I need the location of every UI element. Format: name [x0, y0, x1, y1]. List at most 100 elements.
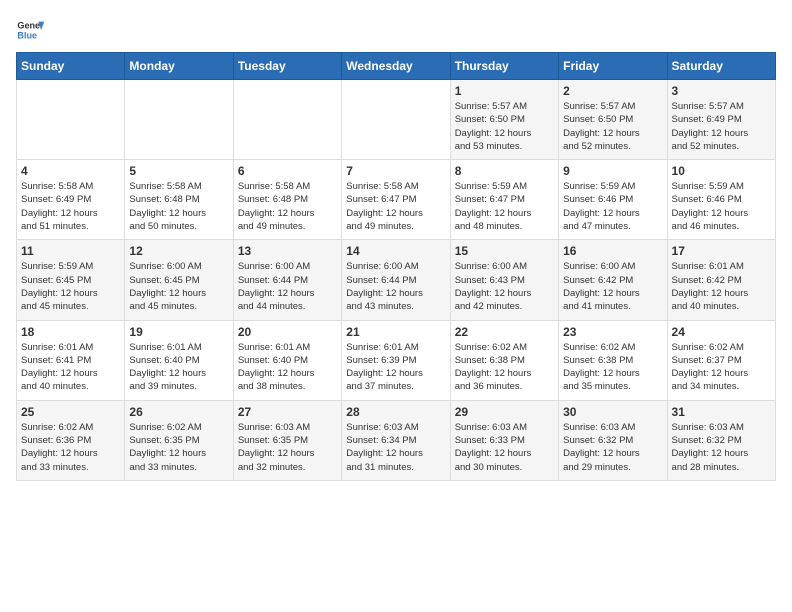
calendar-cell: 4 Sunrise: 5:58 AM Sunset: 6:49 PM Daylig…: [17, 160, 125, 240]
day-number: 7: [346, 164, 445, 178]
day-number: 18: [21, 325, 120, 339]
calendar-cell: 24 Sunrise: 6:02 AM Sunset: 6:37 PM Dayli…: [667, 320, 775, 400]
day-number: 8: [455, 164, 554, 178]
column-header-friday: Friday: [559, 53, 667, 80]
cell-content: Sunrise: 6:02 AM Sunset: 6:37 PM Dayligh…: [672, 341, 771, 394]
calendar-cell: 12 Sunrise: 6:00 AM Sunset: 6:45 PM Dayli…: [125, 240, 233, 320]
calendar-body: 1 Sunrise: 5:57 AM Sunset: 6:50 PM Daylig…: [17, 80, 776, 481]
day-number: 16: [563, 244, 662, 258]
cell-content: Sunrise: 6:00 AM Sunset: 6:44 PM Dayligh…: [346, 260, 445, 313]
calendar-cell: 14 Sunrise: 6:00 AM Sunset: 6:44 PM Dayli…: [342, 240, 450, 320]
day-number: 28: [346, 405, 445, 419]
calendar-cell: 20 Sunrise: 6:01 AM Sunset: 6:40 PM Dayli…: [233, 320, 341, 400]
day-number: 15: [455, 244, 554, 258]
cell-content: Sunrise: 6:03 AM Sunset: 6:33 PM Dayligh…: [455, 421, 554, 474]
cell-content: Sunrise: 6:01 AM Sunset: 6:42 PM Dayligh…: [672, 260, 771, 313]
day-number: 1: [455, 84, 554, 98]
cell-content: Sunrise: 6:02 AM Sunset: 6:35 PM Dayligh…: [129, 421, 228, 474]
day-number: 14: [346, 244, 445, 258]
day-number: 9: [563, 164, 662, 178]
calendar-cell: 28 Sunrise: 6:03 AM Sunset: 6:34 PM Dayli…: [342, 400, 450, 480]
calendar-cell: 22 Sunrise: 6:02 AM Sunset: 6:38 PM Dayli…: [450, 320, 558, 400]
calendar-cell: 23 Sunrise: 6:02 AM Sunset: 6:38 PM Dayli…: [559, 320, 667, 400]
day-number: 25: [21, 405, 120, 419]
calendar-cell: 8 Sunrise: 5:59 AM Sunset: 6:47 PM Daylig…: [450, 160, 558, 240]
calendar-cell: 13 Sunrise: 6:00 AM Sunset: 6:44 PM Dayli…: [233, 240, 341, 320]
cell-content: Sunrise: 5:57 AM Sunset: 6:50 PM Dayligh…: [455, 100, 554, 153]
calendar-cell: 30Sunrise: 6:03 AM Sunset: 6:32 PM Dayli…: [559, 400, 667, 480]
cell-content: Sunrise: 5:58 AM Sunset: 6:48 PM Dayligh…: [238, 180, 337, 233]
cell-content: Sunrise: 5:59 AM Sunset: 6:46 PM Dayligh…: [563, 180, 662, 233]
calendar-cell: [342, 80, 450, 160]
cell-content: Sunrise: 5:59 AM Sunset: 6:47 PM Dayligh…: [455, 180, 554, 233]
day-number: 26: [129, 405, 228, 419]
cell-content: Sunrise: 6:00 AM Sunset: 6:45 PM Dayligh…: [129, 260, 228, 313]
cell-content: Sunrise: 5:58 AM Sunset: 6:49 PM Dayligh…: [21, 180, 120, 233]
calendar-cell: 15 Sunrise: 6:00 AM Sunset: 6:43 PM Dayli…: [450, 240, 558, 320]
day-number: 29: [455, 405, 554, 419]
calendar-cell: 26 Sunrise: 6:02 AM Sunset: 6:35 PM Dayli…: [125, 400, 233, 480]
cell-content: Sunrise: 5:57 AM Sunset: 6:49 PM Dayligh…: [672, 100, 771, 153]
column-header-sunday: Sunday: [17, 53, 125, 80]
calendar-cell: [125, 80, 233, 160]
column-header-thursday: Thursday: [450, 53, 558, 80]
day-number: 5: [129, 164, 228, 178]
day-number: 17: [672, 244, 771, 258]
day-number: 31: [672, 405, 771, 419]
calendar-week-3: 11 Sunrise: 5:59 AM Sunset: 6:45 PM Dayli…: [17, 240, 776, 320]
day-number: 23: [563, 325, 662, 339]
cell-content: Sunrise: 6:00 AM Sunset: 6:44 PM Dayligh…: [238, 260, 337, 313]
cell-content: Sunrise: 6:01 AM Sunset: 6:41 PM Dayligh…: [21, 341, 120, 394]
day-number: 12: [129, 244, 228, 258]
calendar-cell: 6Sunrise: 5:58 AM Sunset: 6:48 PM Daylig…: [233, 160, 341, 240]
calendar-cell: [17, 80, 125, 160]
day-number: 11: [21, 244, 120, 258]
calendar-cell: 7 Sunrise: 5:58 AM Sunset: 6:47 PM Daylig…: [342, 160, 450, 240]
cell-content: Sunrise: 6:02 AM Sunset: 6:38 PM Dayligh…: [455, 341, 554, 394]
day-number: 27: [238, 405, 337, 419]
day-number: 2: [563, 84, 662, 98]
calendar-cell: 9 Sunrise: 5:59 AM Sunset: 6:46 PM Daylig…: [559, 160, 667, 240]
cell-content: Sunrise: 6:03 AM Sunset: 6:32 PM Dayligh…: [672, 421, 771, 474]
cell-content: Sunrise: 6:01 AM Sunset: 6:39 PM Dayligh…: [346, 341, 445, 394]
calendar-week-5: 25 Sunrise: 6:02 AM Sunset: 6:36 PM Dayli…: [17, 400, 776, 480]
day-number: 30: [563, 405, 662, 419]
day-number: 4: [21, 164, 120, 178]
page-header: General Blue: [16, 16, 776, 44]
calendar-cell: 19 Sunrise: 6:01 AM Sunset: 6:40 PM Dayli…: [125, 320, 233, 400]
cell-content: Sunrise: 6:03 AM Sunset: 6:34 PM Dayligh…: [346, 421, 445, 474]
calendar-cell: 2 Sunrise: 5:57 AM Sunset: 6:50 PM Daylig…: [559, 80, 667, 160]
column-header-tuesday: Tuesday: [233, 53, 341, 80]
calendar-cell: 29 Sunrise: 6:03 AM Sunset: 6:33 PM Dayli…: [450, 400, 558, 480]
calendar-week-4: 18 Sunrise: 6:01 AM Sunset: 6:41 PM Dayli…: [17, 320, 776, 400]
calendar-cell: 18 Sunrise: 6:01 AM Sunset: 6:41 PM Dayli…: [17, 320, 125, 400]
logo-icon: General Blue: [16, 16, 44, 44]
cell-content: Sunrise: 5:58 AM Sunset: 6:47 PM Dayligh…: [346, 180, 445, 233]
cell-content: Sunrise: 6:02 AM Sunset: 6:36 PM Dayligh…: [21, 421, 120, 474]
cell-content: Sunrise: 5:59 AM Sunset: 6:46 PM Dayligh…: [672, 180, 771, 233]
calendar-cell: 25 Sunrise: 6:02 AM Sunset: 6:36 PM Dayli…: [17, 400, 125, 480]
calendar-cell: 3 Sunrise: 5:57 AM Sunset: 6:49 PM Daylig…: [667, 80, 775, 160]
cell-content: Sunrise: 6:02 AM Sunset: 6:38 PM Dayligh…: [563, 341, 662, 394]
day-number: 13: [238, 244, 337, 258]
day-number: 20: [238, 325, 337, 339]
logo: General Blue: [16, 16, 44, 44]
calendar-cell: [233, 80, 341, 160]
day-number: 3: [672, 84, 771, 98]
calendar-cell: 10Sunrise: 5:59 AM Sunset: 6:46 PM Dayli…: [667, 160, 775, 240]
cell-content: Sunrise: 6:01 AM Sunset: 6:40 PM Dayligh…: [129, 341, 228, 394]
cell-content: Sunrise: 5:59 AM Sunset: 6:45 PM Dayligh…: [21, 260, 120, 313]
calendar-week-1: 1 Sunrise: 5:57 AM Sunset: 6:50 PM Daylig…: [17, 80, 776, 160]
day-number: 24: [672, 325, 771, 339]
calendar-cell: 27 Sunrise: 6:03 AM Sunset: 6:35 PM Dayli…: [233, 400, 341, 480]
cell-content: Sunrise: 5:57 AM Sunset: 6:50 PM Dayligh…: [563, 100, 662, 153]
calendar-cell: 1 Sunrise: 5:57 AM Sunset: 6:50 PM Daylig…: [450, 80, 558, 160]
calendar-cell: 16 Sunrise: 6:00 AM Sunset: 6:42 PM Dayli…: [559, 240, 667, 320]
cell-content: Sunrise: 6:00 AM Sunset: 6:42 PM Dayligh…: [563, 260, 662, 313]
cell-content: Sunrise: 6:03 AM Sunset: 6:35 PM Dayligh…: [238, 421, 337, 474]
header-row: SundayMondayTuesdayWednesdayThursdayFrid…: [17, 53, 776, 80]
cell-content: Sunrise: 6:01 AM Sunset: 6:40 PM Dayligh…: [238, 341, 337, 394]
day-number: 19: [129, 325, 228, 339]
cell-content: Sunrise: 6:00 AM Sunset: 6:43 PM Dayligh…: [455, 260, 554, 313]
day-number: 22: [455, 325, 554, 339]
